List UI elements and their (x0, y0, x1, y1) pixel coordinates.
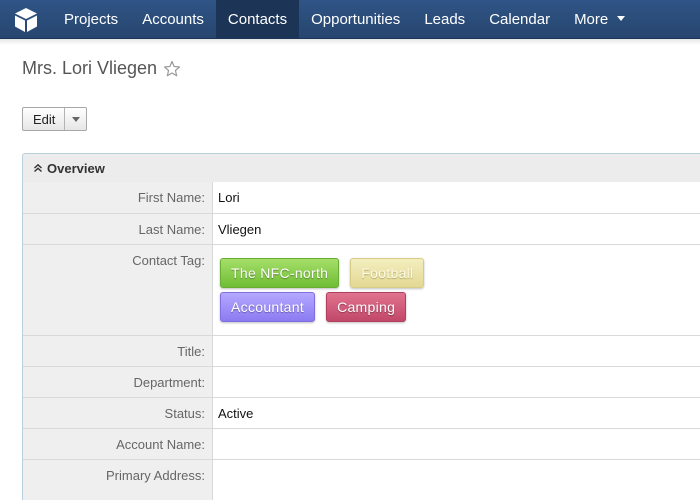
chevron-down-icon (617, 15, 626, 21)
field-label: Account Name: (23, 429, 212, 459)
field-label: Primary Address: (23, 460, 212, 500)
field-label: Status: (23, 398, 212, 428)
nav-item-label: Accounts (142, 10, 204, 28)
star-icon[interactable] (163, 60, 181, 78)
tag-chip[interactable]: Camping (326, 292, 407, 322)
nav-item-label: Leads (424, 10, 466, 28)
nav-item-projects[interactable]: Projects (52, 0, 130, 38)
nav-item-calendar[interactable]: Calendar (477, 0, 562, 38)
nav-item-accounts[interactable]: Accounts (130, 0, 216, 38)
edit-button-group: Edit (22, 107, 88, 131)
overview-panel-title: Overview (47, 160, 105, 176)
field-label: Contact Tag: (23, 245, 212, 335)
overview-panel-header[interactable]: Overview (23, 154, 700, 182)
field-row-first-name: First Name: Lori (23, 182, 700, 213)
department-value (212, 367, 700, 397)
nav-item-leads[interactable]: Leads (412, 0, 477, 38)
field-row-department: Department: (23, 366, 700, 397)
field-row-contact-tag: Contact Tag: The NFC-north Football Acco… (23, 244, 700, 335)
field-row-status: Status: Active (23, 397, 700, 428)
field-row-primary-address: Primary Address: (23, 459, 700, 500)
nav-item-label: Projects (64, 10, 119, 28)
field-label: Last Name: (23, 214, 212, 244)
nav-shadow (0, 39, 700, 45)
overview-panel: Overview First Name: Lori Last Name: Vli… (22, 153, 700, 500)
field-label: Title: (23, 336, 212, 366)
actions-dropdown-button[interactable] (65, 108, 86, 130)
nav-item-label: Contacts (227, 10, 288, 28)
field-label: Department: (23, 367, 212, 397)
nav-item-contacts[interactable]: Contacts (215, 0, 300, 38)
cube-icon[interactable] (0, 0, 52, 39)
tag-chip[interactable]: Football (350, 258, 425, 288)
field-label: First Name: (23, 182, 212, 213)
edit-button[interactable]: Edit (23, 108, 66, 130)
record-name: Mrs. Lori Vliegen (22, 58, 158, 78)
tag-chip[interactable]: Accountant (220, 292, 316, 322)
caret-down-icon (71, 116, 80, 122)
nav-item-label: More (574, 10, 609, 28)
last-name-value: Vliegen (212, 214, 700, 244)
collapse-chevron-icon (33, 163, 43, 173)
top-navigation-bar: Projects Accounts Contacts Opportunities… (0, 0, 700, 39)
account-name-value (212, 429, 700, 459)
nav-item-more[interactable]: More (562, 0, 637, 38)
primary-address-value (212, 460, 700, 500)
page-title: Mrs. Lori Vliegen (22, 58, 181, 79)
status-value: Active (212, 398, 700, 428)
tag-list: The NFC-north Football Accountant Campin… (213, 254, 443, 326)
field-row-last-name: Last Name: Vliegen (23, 213, 700, 244)
contact-tag-value: The NFC-north Football Accountant Campin… (212, 245, 700, 335)
nav-item-label: Opportunities (311, 10, 401, 28)
nav-item-opportunities[interactable]: Opportunities (299, 0, 412, 38)
field-row-account-name: Account Name: (23, 428, 700, 459)
first-name-value: Lori (212, 182, 700, 213)
title-value (212, 336, 700, 366)
tag-chip[interactable]: The NFC-north (220, 258, 340, 288)
nav-item-label: Calendar (489, 10, 551, 28)
field-row-title: Title: (23, 335, 700, 366)
